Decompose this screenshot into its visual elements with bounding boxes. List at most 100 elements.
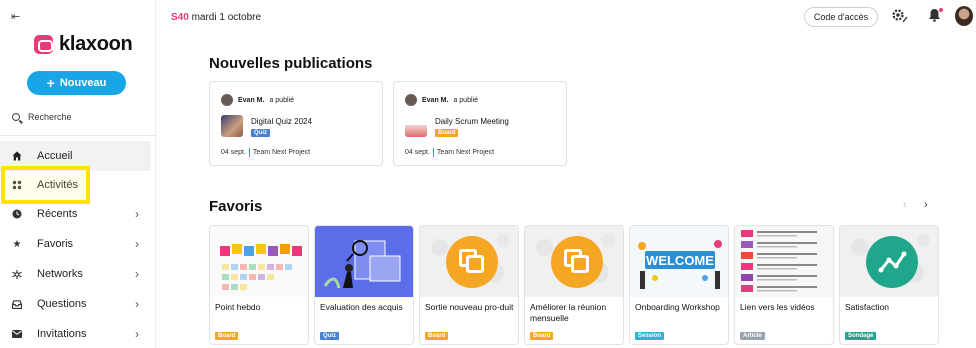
favorite-title: Lien vers les vidéos: [740, 302, 815, 312]
favorite-card[interactable]: Sortie nouveau pro-duit Board: [419, 225, 519, 345]
new-button-label: Nouveau: [59, 77, 107, 89]
board-thumbnail: [405, 115, 427, 137]
favorite-card[interactable]: Evaluation des acquis Quiz: [314, 225, 414, 345]
publications-heading: Nouvelles publications: [209, 55, 373, 72]
favorite-title: Onboarding Workshop: [635, 302, 720, 312]
type-badge: Article: [740, 332, 765, 340]
type-badge: Quiz: [251, 129, 270, 137]
publication-title: Daily Scrum Meeting: [435, 117, 509, 126]
quiz-thumbnail: [221, 115, 243, 137]
type-badge: Board: [435, 129, 459, 137]
type-badge: Quiz: [320, 332, 339, 340]
article-thumbnail: [735, 226, 833, 297]
type-badge: Board: [425, 332, 449, 340]
survey-thumbnail: [840, 226, 938, 297]
author-avatar: [221, 94, 233, 106]
new-button[interactable]: + Nouveau: [27, 71, 126, 95]
chevron-right-icon[interactable]: ›: [135, 297, 139, 311]
favorites-heading: Favoris: [209, 198, 263, 215]
sidebar: ⇤ klaxoon + Nouveau Recherche Accueil Ac…: [0, 0, 156, 348]
favorite-card[interactable]: Satisfaction Sondage: [839, 225, 939, 345]
publication-team: Team Next Project: [252, 149, 311, 156]
klaxoon-logo[interactable]: klaxoon: [34, 33, 133, 56]
sidebar-item-questions[interactable]: Questions ›: [0, 289, 151, 319]
author-action: a publié: [453, 96, 478, 104]
sidebar-item-label: Networks: [37, 268, 83, 280]
favorite-title: Améliorer la réunion mensuelle: [530, 302, 607, 323]
favorite-card[interactable]: Améliorer la réunion mensuelle Board: [524, 225, 624, 345]
svg-text:WELCOME: WELCOME: [646, 253, 714, 268]
survey-icon: [866, 236, 918, 288]
klaxoon-logo-icon: [34, 35, 53, 54]
team-separator: [432, 148, 434, 157]
sidebar-item-label: Favoris: [37, 238, 74, 250]
notification-badge: [939, 8, 943, 12]
publication-date: 04 sept.: [221, 149, 246, 156]
favorite-title: Sortie nouveau pro-duit: [425, 302, 514, 312]
board-thumbnail: [420, 226, 518, 297]
sidebar-item-favoris[interactable]: ★ Favoris ›: [0, 229, 151, 259]
publication-card[interactable]: Evan M. a publié Digital Quiz 2024 Quiz …: [209, 81, 383, 166]
search-label: Recherche: [28, 112, 72, 122]
favorite-card[interactable]: Lien vers les vidéos Article: [734, 225, 834, 345]
inbox-icon: [12, 299, 22, 309]
sidebar-item-label: Récents: [37, 208, 78, 220]
author-name: Evan M.: [422, 96, 449, 104]
chevron-right-icon[interactable]: ›: [135, 237, 139, 251]
publication-meta: 04 sept. Team Next Project: [221, 148, 310, 157]
team-separator: [248, 148, 250, 157]
search-icon: [12, 113, 20, 121]
favorite-title: Satisfaction: [845, 302, 889, 312]
board-icon: [551, 236, 603, 288]
chevron-right-icon[interactable]: ›: [135, 327, 139, 341]
star-icon: ★: [12, 238, 22, 250]
sidebar-item-invitations[interactable]: Invitations ›: [0, 319, 151, 348]
home-icon: [12, 151, 22, 161]
sidebar-item-networks[interactable]: Networks ›: [0, 259, 151, 289]
publication-team: Team Next Project: [436, 149, 495, 156]
board-thumbnail: [525, 226, 623, 297]
publication-author: Evan M. a publié: [405, 94, 478, 106]
weekly-board-thumbnail: [210, 226, 308, 297]
mail-icon: [12, 330, 22, 338]
sidebar-divider: [0, 135, 156, 136]
access-code-button[interactable]: Code d'accès: [804, 7, 878, 27]
type-badge: Board: [215, 332, 239, 340]
week-date: S40 mardi 1 octobre: [171, 12, 261, 23]
type-badge: Session: [635, 332, 665, 340]
settings-gear-icon[interactable]: [891, 8, 908, 27]
publication-title: Digital Quiz 2024: [251, 117, 312, 126]
sidebar-item-label: Invitations: [37, 328, 87, 340]
carousel-next-button[interactable]: ›: [924, 199, 928, 211]
board-icon: [446, 236, 498, 288]
welcome-thumbnail: WELCOME: [630, 226, 728, 297]
current-date: mardi 1 octobre: [191, 12, 262, 23]
favorite-card[interactable]: Point hebdo Board: [209, 225, 309, 345]
carousel-prev-button[interactable]: ‹: [903, 199, 907, 211]
favorite-title: Evaluation des acquis: [320, 302, 403, 312]
author-avatar: [405, 94, 417, 106]
type-badge: Sondage: [845, 332, 877, 340]
chevron-right-icon[interactable]: ›: [135, 267, 139, 281]
chevron-right-icon[interactable]: ›: [135, 207, 139, 221]
search-link[interactable]: Recherche: [12, 112, 72, 122]
activities-highlight-box: [1, 166, 90, 204]
favorite-card[interactable]: WELCOME Onboarding Workshop Session: [629, 225, 729, 345]
plus-icon: +: [46, 75, 55, 91]
favorite-title: Point hebdo: [215, 302, 261, 312]
author-name: Evan M.: [238, 96, 265, 104]
publication-meta: 04 sept. Team Next Project: [405, 148, 494, 157]
week-number: S40: [171, 12, 189, 23]
networks-icon: [12, 269, 22, 280]
type-badge: Board: [530, 332, 554, 340]
publication-author: Evan M. a publié: [221, 94, 294, 106]
quiz-illustration-thumbnail: [315, 226, 413, 297]
logo-text: klaxoon: [59, 33, 133, 55]
sidebar-item-label: Questions: [37, 298, 87, 310]
collapse-sidebar-icon[interactable]: ⇤: [11, 10, 20, 23]
publication-date: 04 sept.: [405, 149, 430, 156]
publication-card[interactable]: Evan M. a publié Daily Scrum Meeting Boa…: [393, 81, 567, 166]
user-avatar[interactable]: [955, 6, 973, 26]
sidebar-item-label: Accueil: [37, 150, 73, 162]
clock-icon: [12, 209, 22, 219]
